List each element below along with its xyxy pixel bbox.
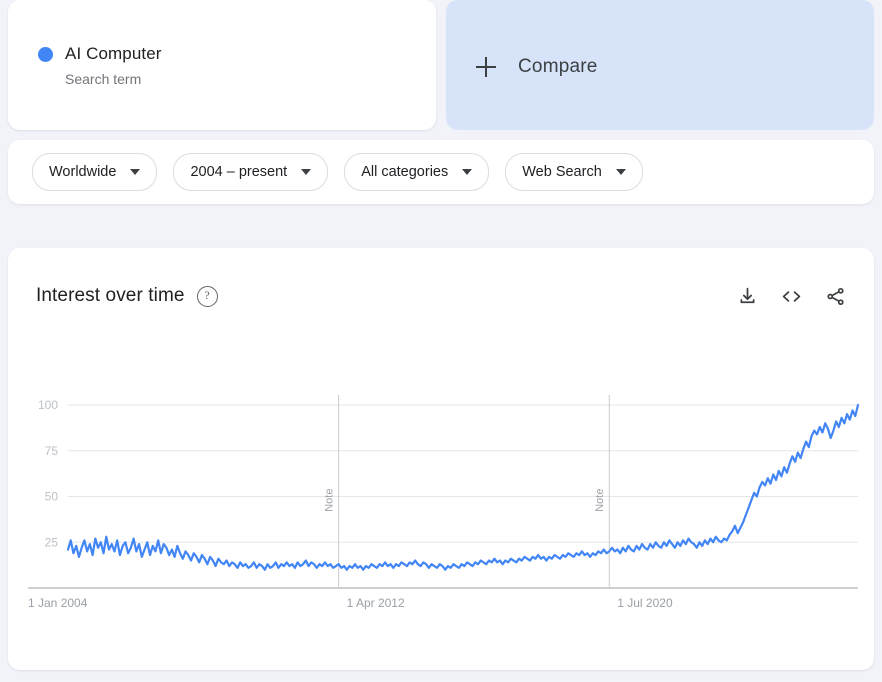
filter-time-range-label: 2004 – present	[190, 164, 287, 180]
search-term-type: Search term	[65, 71, 162, 87]
search-terms-row: AI Computer Search term Compare	[8, 0, 874, 130]
search-term-content: AI Computer Search term	[38, 44, 162, 87]
plus-icon	[476, 57, 496, 77]
filter-search-type-label: Web Search	[522, 164, 602, 180]
chevron-down-icon	[301, 169, 311, 175]
compare-label: Compare	[518, 56, 598, 78]
x-axis-tick: 1 Jan 2004	[28, 596, 88, 610]
google-trends-page: AI Computer Search term Compare Worldwid…	[0, 0, 882, 682]
x-axis-tick: 1 Jul 2020	[617, 596, 673, 610]
interest-over-time-chart[interactable]: 25 50 75 100 Note Note 1 Jan 2004 1 Apr 2012 1 J…	[8, 248, 874, 668]
x-axis-tick: 1 Apr 2012	[347, 596, 405, 610]
filter-search-type[interactable]: Web Search	[505, 153, 643, 191]
note-marker-label: Note	[594, 489, 606, 512]
filter-category-label: All categories	[361, 164, 448, 180]
search-term-card[interactable]: AI Computer Search term	[8, 0, 436, 130]
compare-content: Compare	[476, 56, 598, 78]
filter-bar: Worldwide 2004 – present All categories …	[8, 140, 874, 204]
search-term-title-line: AI Computer	[38, 44, 162, 64]
y-axis-tick: 75	[45, 444, 59, 458]
series-line-ai-computer[interactable]	[68, 405, 858, 570]
y-axis-tick: 50	[45, 490, 59, 504]
filter-time-range[interactable]: 2004 – present	[173, 153, 328, 191]
chevron-down-icon	[616, 169, 626, 175]
search-term-name: AI Computer	[65, 44, 162, 64]
compare-card[interactable]: Compare	[446, 0, 874, 130]
chart-plot-area: 25 50 75 100 Note Note 1 Jan 2004 1 Apr 2012 1 J…	[8, 248, 874, 668]
chevron-down-icon	[462, 169, 472, 175]
y-axis-tick: 25	[45, 535, 59, 549]
chevron-down-icon	[130, 169, 140, 175]
y-axis-tick: 100	[38, 398, 58, 412]
filter-location-label: Worldwide	[49, 164, 116, 180]
filter-category[interactable]: All categories	[344, 153, 489, 191]
interest-over-time-card: Interest over time ?	[8, 248, 874, 670]
filter-location[interactable]: Worldwide	[32, 153, 157, 191]
note-marker-label: Note	[324, 489, 336, 512]
series-color-dot-icon	[38, 47, 53, 62]
